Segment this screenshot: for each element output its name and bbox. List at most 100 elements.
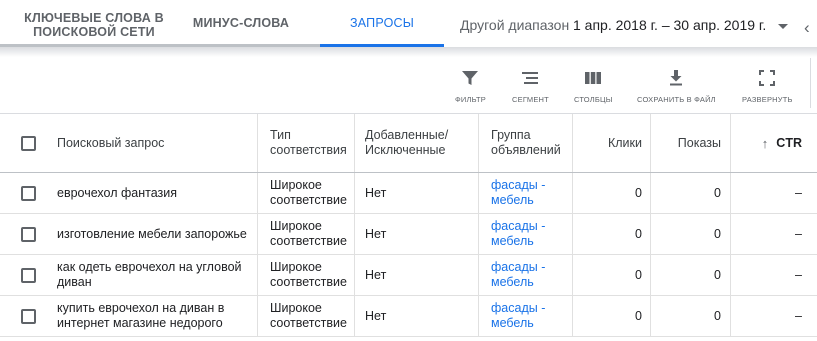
table-row: купить еврочехол на диван в интернет маг…: [0, 296, 817, 337]
ad-group-link-text: фасады - мебель: [491, 301, 546, 330]
match-type: Широкое соответствие: [270, 173, 354, 213]
tab-search-terms[interactable]: ЗАПРОСЫ: [320, 0, 444, 46]
search-term-text: еврочехол фантазия: [57, 185, 177, 200]
impressions-value: 0: [650, 296, 721, 336]
filter-label: ФИЛЬТР: [455, 95, 486, 104]
row-checkbox[interactable]: [21, 309, 36, 324]
search-term: как одеть еврочехол на угловой диван: [57, 255, 255, 295]
columns-label: СТОЛБЦЫ: [574, 95, 613, 104]
column-divider: [354, 173, 355, 213]
search-term: купить еврочехол на диван в интернет маг…: [57, 296, 255, 336]
ctr-value: –: [730, 214, 802, 254]
tab-negative-keywords[interactable]: МИНУС-СЛОВА: [188, 0, 294, 46]
chevron-left-icon[interactable]: ‹: [804, 18, 810, 38]
table-row: как одеть еврочехол на угловой диван Шир…: [0, 255, 817, 296]
match-type-text: Широкое соответствие: [270, 260, 347, 289]
header-ctr-label: CTR: [776, 135, 802, 150]
clicks-text: 0: [635, 226, 642, 241]
column-divider: [257, 296, 258, 336]
column-divider: [257, 173, 258, 213]
column-divider: [257, 214, 258, 254]
arrow-up-icon: ↑: [761, 135, 769, 151]
row-checkbox[interactable]: [21, 268, 36, 283]
table-header-row: Поисковый запрос Тип соответствия Добавл…: [0, 113, 817, 173]
ctr-value: –: [730, 296, 802, 336]
filter-button[interactable]: ФИЛЬТР: [455, 68, 486, 104]
added-excluded: Нет: [365, 173, 465, 213]
date-range-label: Другой диапазон: [460, 17, 570, 33]
row-checkbox[interactable]: [21, 186, 36, 201]
column-divider: [354, 114, 355, 172]
ctr-text: –: [795, 226, 802, 241]
expand-button[interactable]: РАЗВЕРНУТЬ: [742, 68, 793, 104]
columns-icon: [585, 72, 602, 84]
ctr-text: –: [795, 185, 802, 200]
fullscreen-icon: [759, 70, 776, 86]
ad-group-link[interactable]: фасады - мебель: [491, 296, 571, 336]
select-all-checkbox[interactable]: [21, 136, 36, 151]
filter-icon: [462, 71, 479, 85]
column-divider: [478, 296, 479, 336]
column-divider: [478, 214, 479, 254]
column-divider: [478, 173, 479, 213]
header-match-type[interactable]: Тип соответствия: [270, 114, 354, 172]
clicks-value: 0: [572, 173, 642, 213]
segment-icon: [522, 72, 539, 84]
download-label: СОХРАНИТЬ В ФАЙЛ: [637, 95, 716, 104]
ctr-text: –: [795, 308, 802, 323]
match-type: Широкое соответствие: [270, 214, 354, 254]
top-bar: КЛЮЧЕВЫЕ СЛОВА В ПОИСКОВОЙ СЕТИ МИНУС-СЛ…: [0, 0, 817, 50]
segment-label: СЕГМЕНТ: [512, 95, 549, 104]
match-type: Широкое соответствие: [270, 255, 354, 295]
table-row: изготовление мебели запорожье Широкое со…: [0, 214, 817, 255]
columns-button[interactable]: СТОЛБЦЫ: [574, 68, 613, 104]
column-divider: [354, 296, 355, 336]
ctr-text: –: [795, 267, 802, 282]
segment-button[interactable]: СЕГМЕНТ: [512, 68, 549, 104]
match-type: Широкое соответствие: [270, 296, 354, 336]
header-match-type-label: Тип соответствия: [270, 128, 347, 157]
row-checkbox[interactable]: [21, 227, 36, 242]
header-clicks[interactable]: Клики: [572, 114, 642, 172]
tab-negative-keywords-label: МИНУС-СЛОВА: [192, 16, 290, 30]
ad-group-link-text: фасады - мебель: [491, 260, 546, 289]
clicks-text: 0: [635, 185, 642, 200]
added-excluded: Нет: [365, 214, 465, 254]
ad-group-link-text: фасады - мебель: [491, 178, 546, 207]
header-ctr[interactable]: ↑ CTR: [730, 114, 802, 172]
search-term: изготовление мебели запорожье: [57, 214, 255, 254]
impressions-value: 0: [650, 173, 721, 213]
header-ad-group[interactable]: Группа объявлений: [491, 114, 573, 172]
ad-group-link[interactable]: фасады - мебель: [491, 214, 571, 254]
header-ad-group-label: Группа объявлений: [491, 128, 561, 157]
download-icon: [670, 70, 683, 86]
ctr-value: –: [730, 255, 802, 295]
header-impressions-label: Показы: [677, 135, 721, 150]
column-divider: [478, 114, 479, 172]
ad-group-link-text: фасады - мебель: [491, 219, 546, 248]
column-divider: [478, 255, 479, 295]
ctr-value: –: [730, 173, 802, 213]
tab-search-keywords[interactable]: КЛЮЧЕВЫЕ СЛОВА В ПОИСКОВОЙ СЕТИ: [0, 0, 188, 50]
expand-label: РАЗВЕРНУТЬ: [742, 95, 793, 104]
ad-group-link[interactable]: фасады - мебель: [491, 173, 571, 213]
clicks-text: 0: [635, 267, 642, 282]
ad-group-link[interactable]: фасады - мебель: [491, 255, 571, 295]
clicks-value: 0: [572, 255, 642, 295]
header-clicks-label: Клики: [607, 135, 642, 150]
download-button[interactable]: СОХРАНИТЬ В ФАЙЛ: [637, 68, 716, 104]
toolbar-divider: [810, 58, 811, 108]
header-search-term[interactable]: Поисковый запрос: [57, 114, 257, 172]
column-divider: [257, 255, 258, 295]
table-row: еврочехол фантазия Широкое соответствие …: [0, 173, 817, 214]
header-impressions[interactable]: Показы: [650, 114, 721, 172]
table-toolbar: ФИЛЬТР СЕГМЕНТ СТОЛБЦЫ СОХРАНИТЬ В ФАЙЛ …: [0, 58, 817, 112]
clicks-value: 0: [572, 296, 642, 336]
column-divider: [354, 255, 355, 295]
date-range-value[interactable]: 1 апр. 2018 г. – 30 апр. 2019 г.: [573, 17, 766, 33]
date-range-dropdown-icon[interactable]: [778, 24, 788, 29]
match-type-text: Широкое соответствие: [270, 178, 347, 207]
impressions-text: 0: [714, 267, 721, 282]
header-added-excluded[interactable]: Добавленные/ Исключенные: [365, 114, 465, 172]
search-term-text: изготовление мебели запорожье: [57, 226, 247, 241]
